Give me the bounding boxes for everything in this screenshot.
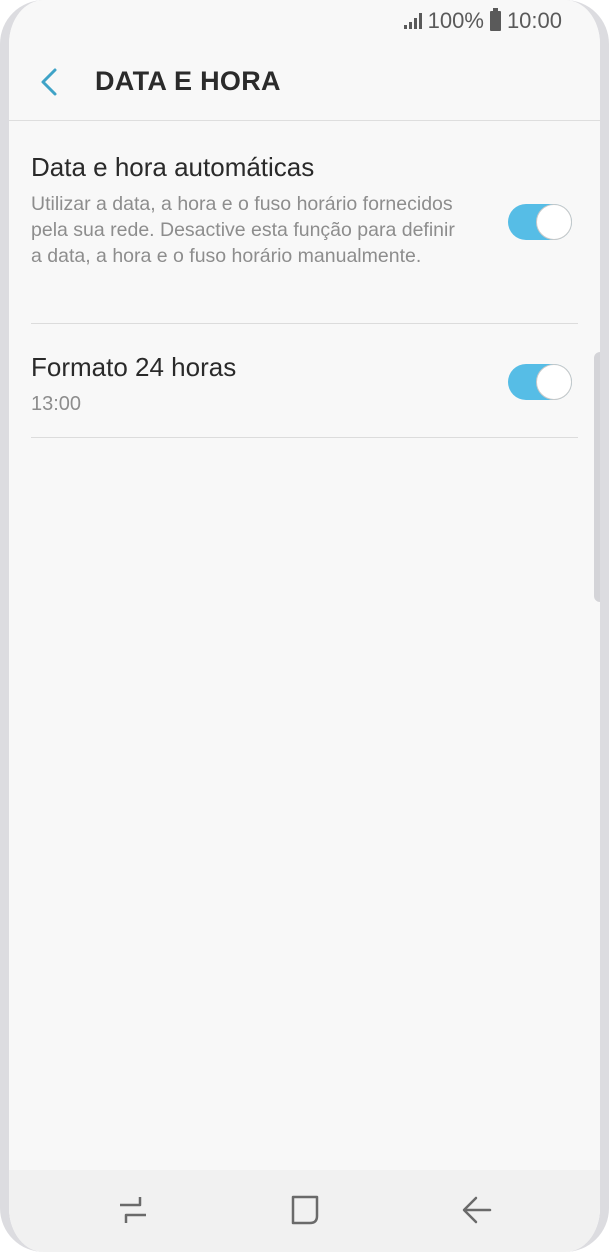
row-divider <box>31 437 578 438</box>
setting-24-hour-format[interactable]: Formato 24 horas 13:00 <box>31 352 578 422</box>
automatic-date-time-toggle[interactable] <box>508 204 572 240</box>
setting-description: Utilizar a data, a hora e o fuso horário… <box>31 193 455 267</box>
toggle-knob <box>536 204 572 240</box>
navigation-bar <box>9 1170 600 1252</box>
phone-frame: 100% 10:00 DATA E HORA Data e hora autom… <box>0 0 609 1252</box>
edge-panel-handle[interactable] <box>594 352 600 602</box>
battery-icon <box>489 8 501 31</box>
back-nav-button[interactable] <box>457 1190 497 1230</box>
home-button[interactable] <box>285 1190 325 1230</box>
page-title: DATA E HORA <box>95 66 281 96</box>
signal-icon <box>403 13 422 29</box>
chevron-left-icon <box>41 68 57 96</box>
setting-title: Formato 24 horas <box>31 352 237 382</box>
battery-percentage: 100% <box>427 8 484 33</box>
app-header: DATA E HORA <box>9 50 600 120</box>
status-time: 10:00 <box>506 8 562 33</box>
row-divider <box>31 323 578 324</box>
setting-subtitle: 13:00 <box>31 393 82 415</box>
home-icon <box>291 1195 319 1225</box>
back-arrow-icon <box>462 1196 492 1224</box>
setting-title: Data e hora automáticas <box>31 152 315 182</box>
header-divider <box>9 120 600 121</box>
toggle-knob <box>536 364 572 400</box>
recent-apps-button[interactable] <box>113 1190 153 1230</box>
back-button[interactable] <box>31 62 67 102</box>
settings-screen: 100% 10:00 DATA E HORA Data e hora autom… <box>9 0 600 1252</box>
24-hour-format-toggle[interactable] <box>508 364 572 400</box>
status-bar: 100% 10:00 <box>403 6 562 36</box>
recent-apps-icon <box>120 1197 146 1223</box>
setting-automatic-date-time[interactable]: Data e hora automáticas Utilizar a data,… <box>31 152 578 302</box>
